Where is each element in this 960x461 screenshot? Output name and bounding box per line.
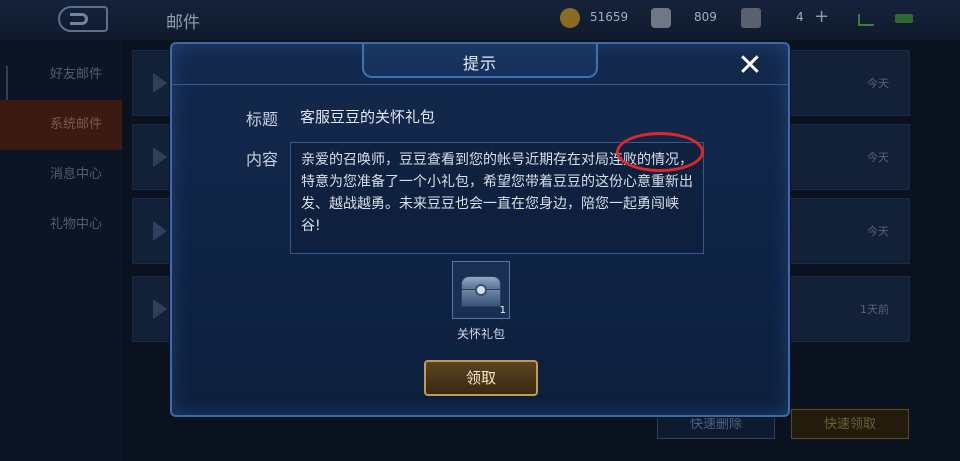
mail-icon — [153, 221, 167, 241]
close-icon[interactable]: ✕ — [728, 48, 772, 84]
top-bar: 邮件 51659 809 4 + — [0, 0, 960, 40]
mail-icon — [153, 73, 167, 93]
mail-icon — [153, 299, 167, 319]
sidebar-item-message-center[interactable]: 消息中心 — [0, 150, 122, 200]
item-count: 1 — [499, 305, 506, 316]
mail-detail-dialog: 提示 ✕ 标题 客服豆豆的关怀礼包 内容 亲爱的召唤师，豆豆查看到您的帐号近期存… — [170, 42, 790, 417]
treasure-chest-icon — [461, 276, 501, 308]
item-name: 关怀礼包 — [456, 327, 505, 341]
mail-date: 今天 — [867, 151, 889, 164]
dialog-header: 提示 ✕ — [172, 44, 788, 85]
dialog-title: 提示 — [462, 54, 497, 73]
diamond-count: 809 — [694, 10, 717, 24]
sidebar: 好友邮件 系统邮件 消息中心 礼物中心 — [0, 40, 122, 461]
back-button[interactable] — [58, 6, 108, 32]
sidebar-item-friend-mail[interactable]: 好友邮件 — [0, 50, 122, 100]
gold-coin-icon — [560, 8, 580, 28]
signal-icon — [858, 14, 874, 26]
add-icon[interactable]: + — [814, 6, 829, 27]
mail-date: 今天 — [867, 77, 889, 90]
ticket-icon — [741, 8, 761, 28]
content-label: 内容 — [246, 150, 279, 169]
red-highlight-circle — [616, 132, 704, 172]
subject-label: 标题 — [246, 110, 279, 129]
mail-icon — [153, 147, 167, 167]
mail-date: 1天前 — [860, 303, 889, 316]
diamond-icon — [651, 8, 671, 28]
mail-date: 今天 — [867, 225, 889, 238]
mail-subject: 客服豆豆的关怀礼包 — [300, 108, 436, 126]
gold-count: 51659 — [590, 10, 629, 24]
sidebar-item-system-mail[interactable]: 系统邮件 — [0, 100, 122, 150]
quick-claim-button[interactable]: 快速领取 — [791, 409, 909, 439]
page-title: 邮件 — [166, 13, 200, 33]
battery-icon — [895, 14, 913, 23]
ticket-count: 4 — [796, 10, 804, 24]
reward-item-slot[interactable]: 1 — [452, 261, 510, 319]
sidebar-item-gift-center[interactable]: 礼物中心 — [0, 200, 122, 250]
claim-button[interactable]: 领取 — [424, 360, 538, 396]
